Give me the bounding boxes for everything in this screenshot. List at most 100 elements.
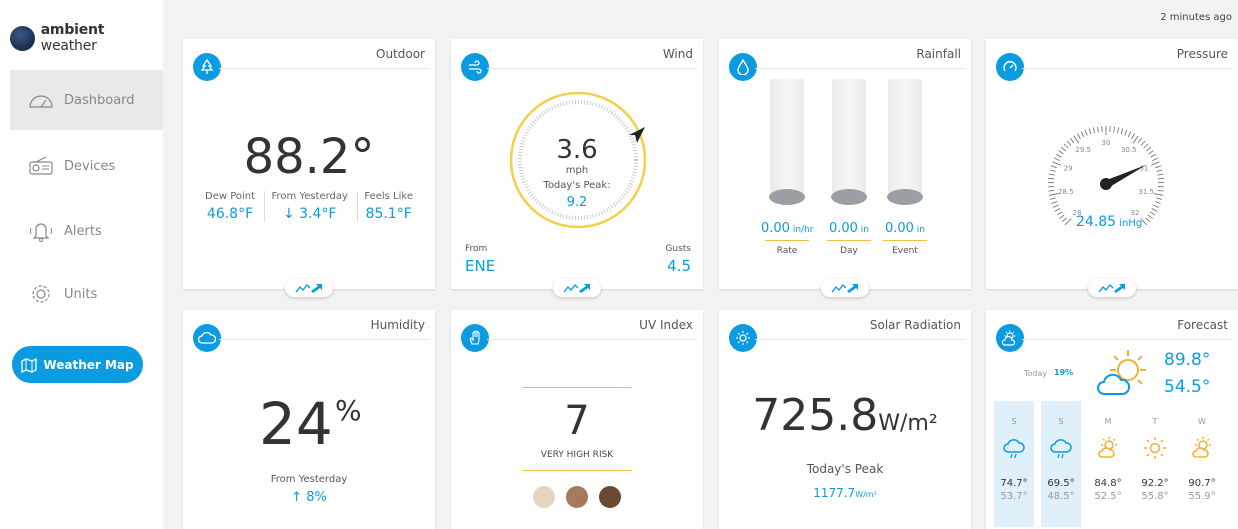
uv-card: UV Index 7 VERY HIGH RISK bbox=[451, 310, 703, 529]
humidity-value: 24 bbox=[259, 390, 333, 458]
nav-dashboard-label: Dashboard bbox=[64, 92, 135, 108]
nav-alerts-label: Alerts bbox=[64, 223, 102, 239]
map-icon bbox=[21, 357, 38, 373]
forecast-day[interactable]: W 90.7° 55.9° bbox=[1182, 401, 1222, 527]
solar-peak-value: 1177.7W/m² bbox=[813, 486, 877, 500]
wind-peak-label: Today's Peak: bbox=[543, 180, 611, 191]
brand-name: ambient weather bbox=[40, 22, 105, 54]
card-title: UV Index bbox=[639, 318, 693, 332]
rain-rate-tube bbox=[769, 79, 805, 205]
divider bbox=[755, 68, 965, 69]
rainfall-chart-button[interactable] bbox=[821, 279, 869, 297]
card-title: Rainfall bbox=[916, 47, 961, 61]
wind-icon bbox=[461, 53, 489, 81]
dashboard-gauge-icon bbox=[29, 95, 53, 108]
divider bbox=[219, 339, 429, 340]
skin-tone-dark bbox=[599, 486, 621, 508]
pressure-tick-label: 31.5 bbox=[1138, 188, 1154, 196]
divider bbox=[755, 339, 965, 340]
nav-dashboard[interactable]: Dashboard bbox=[10, 70, 163, 130]
forecast-day-high: 84.8° bbox=[1094, 478, 1122, 489]
gear-icon bbox=[32, 285, 50, 303]
wind-peak-value: 9.2 bbox=[566, 195, 588, 210]
pressure-tick-label: 28.5 bbox=[1058, 188, 1074, 196]
sun-icon bbox=[1135, 436, 1175, 464]
pressure-value: 24.85 inHg bbox=[1076, 214, 1143, 230]
forecast-day[interactable]: T 92.2° 55.8° bbox=[1135, 401, 1175, 527]
forecast-day-name: T bbox=[1152, 417, 1158, 426]
pressure-tick-label: 29 bbox=[1064, 164, 1073, 172]
rain-day-value: 0.00 in bbox=[828, 221, 870, 236]
pressure-tick-label: 30.5 bbox=[1121, 146, 1137, 154]
forecast-day-high: 90.7° bbox=[1188, 478, 1216, 489]
dew-point-label: Dew Point bbox=[205, 191, 256, 202]
solar-peak-label: Today's Peak bbox=[806, 462, 884, 476]
outdoor-temperature: 88.2° bbox=[243, 129, 375, 185]
forecast-today-high: 89.8° bbox=[1164, 350, 1211, 370]
divider bbox=[487, 339, 697, 340]
uv-index-value: 7 bbox=[564, 398, 590, 444]
feels-like: Feels Like 85.1°F bbox=[357, 191, 419, 222]
brand-logo[interactable]: ambient weather bbox=[10, 22, 163, 54]
from-yesterday-value: ↓ 3.4°F bbox=[282, 206, 337, 222]
forecast-day[interactable]: M 84.8° 52.5° bbox=[1088, 401, 1128, 527]
forecast-day-low: 55.9° bbox=[1188, 491, 1216, 502]
rain-event-tube bbox=[887, 79, 923, 205]
weather-map-button[interactable]: Weather Map bbox=[12, 346, 143, 383]
pressure-gauge: 2828.52929.53030.53131.532 bbox=[1048, 126, 1164, 225]
forecast-day[interactable]: S 74.7° 53.7° bbox=[994, 401, 1034, 527]
dew-point-value: 46.8°F bbox=[206, 206, 254, 222]
nav-units[interactable]: Units bbox=[10, 264, 163, 324]
humidity-from-yesterday-label: From Yesterday bbox=[270, 474, 348, 485]
trend-arrow-icon bbox=[1098, 284, 1125, 293]
from-yesterday-label: From Yesterday bbox=[271, 191, 348, 202]
nav-devices[interactable]: Devices bbox=[10, 136, 163, 196]
nav-units-label: Units bbox=[64, 286, 98, 302]
rain-rate: 0.00 in/hr Rate bbox=[761, 79, 813, 256]
forecast-day-low: 52.5° bbox=[1094, 491, 1122, 502]
nav-alerts[interactable]: Alerts bbox=[10, 201, 163, 261]
wind-unit: mph bbox=[565, 165, 589, 176]
rain-day: 0.00 in Day bbox=[823, 79, 875, 256]
forecast-card: Forecast Today ​19% 89.8° 54.5° S 74.7° 53… bbox=[986, 310, 1238, 529]
today-partly-sunny-icon bbox=[1097, 350, 1146, 395]
pressure-chart-button[interactable] bbox=[1088, 279, 1136, 297]
trend-arrow-icon bbox=[563, 284, 590, 293]
humidity-from-yesterday-value: ↑ 8% bbox=[291, 490, 327, 505]
dew-point: Dew Point 46.8°F bbox=[199, 191, 261, 222]
forecast-day-name: M bbox=[1104, 417, 1112, 426]
card-title: Solar Radiation bbox=[869, 318, 961, 332]
wind-gusts-label: Gusts bbox=[665, 244, 691, 254]
forecast-day[interactable]: S 69.5° 48.5° bbox=[1041, 401, 1081, 527]
skin-tone-medium bbox=[566, 486, 588, 508]
wind-chart-button[interactable] bbox=[553, 279, 601, 297]
outdoor-details: Dew Point 46.8°F From Yesterday ↓ 3.4°F … bbox=[199, 191, 419, 222]
forecast-day-name: S bbox=[1058, 417, 1064, 426]
sidebar: ambient weather Dashboard Devices Alerts… bbox=[0, 0, 163, 529]
divider bbox=[487, 68, 697, 69]
forecast-today-low: 54.5° bbox=[1164, 377, 1211, 397]
from-yesterday: From Yesterday ↓ 3.4°F bbox=[264, 191, 354, 222]
outdoor-chart-button[interactable] bbox=[285, 279, 333, 297]
forecast-day-low: 53.7° bbox=[1000, 491, 1028, 502]
card-title: Pressure bbox=[1176, 47, 1228, 61]
card-title: Humidity bbox=[370, 318, 425, 332]
uv-risk-label: VERY HIGH RISK bbox=[540, 450, 614, 460]
forecast-today-label: Today bbox=[1024, 369, 1048, 378]
divider bbox=[1022, 339, 1232, 340]
feels-like-label: Feels Like bbox=[364, 191, 413, 202]
solar-radiation-value: 725.8W/m² bbox=[752, 390, 938, 441]
humidity-percent-sign: % bbox=[335, 394, 362, 427]
pressure-tick-label: 29.5 bbox=[1075, 146, 1091, 154]
rain-rate-label: Rate bbox=[776, 246, 798, 256]
card-title: Wind bbox=[662, 47, 693, 61]
pressure-tick-label: 30 bbox=[1102, 139, 1111, 147]
wind-card: Wind 3.6 mph Today's Peak: 9.2 From ENE … bbox=[451, 39, 703, 297]
skin-tone-light bbox=[533, 486, 555, 508]
rainfall-card: Rainfall 0.00 in/hr Rate 0.00 in Day 0.0… bbox=[719, 39, 971, 297]
forecast-day-high: 92.2° bbox=[1141, 478, 1169, 489]
trend-arrow-icon bbox=[295, 284, 322, 293]
nav-devices-label: Devices bbox=[64, 158, 116, 174]
card-title: Outdoor bbox=[376, 47, 425, 61]
rain-cloud-icon bbox=[994, 436, 1034, 464]
